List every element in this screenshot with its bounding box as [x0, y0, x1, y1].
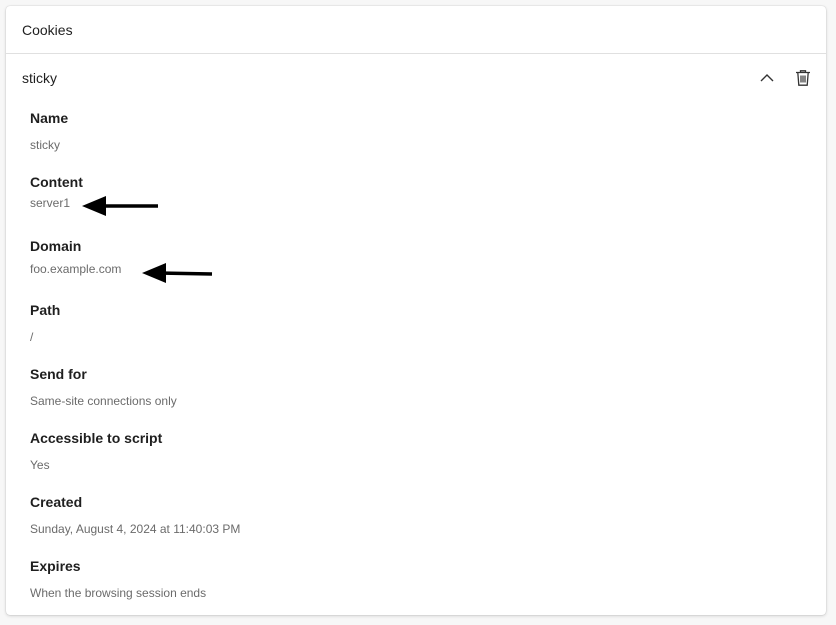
- field-value: Yes: [30, 458, 50, 472]
- cookie-row[interactable]: sticky: [6, 54, 826, 102]
- field-value: /: [30, 330, 34, 344]
- cookies-panel: Cookies sticky Name sticky Content serve…: [6, 6, 826, 615]
- cookie-name: sticky: [22, 70, 57, 86]
- field-label: Domain: [30, 238, 82, 254]
- field-send-for: Send for Same-site connections only: [30, 366, 177, 408]
- panel-title: Cookies: [22, 21, 73, 38]
- field-label: Content: [30, 174, 83, 190]
- field-name: Name sticky: [30, 110, 68, 152]
- field-value: server1: [30, 196, 71, 210]
- cookie-actions: [756, 67, 814, 89]
- annotation-arrow-content: [82, 196, 158, 216]
- field-label: Send for: [30, 366, 87, 382]
- field-value: Sunday, August 4, 2024 at 11:40:03 PM: [30, 522, 241, 536]
- field-label: Accessible to script: [30, 430, 163, 446]
- field-accessible-to-script: Accessible to script Yes: [30, 430, 162, 472]
- field-label: Name: [30, 110, 69, 126]
- chevron-up-icon[interactable]: [756, 67, 778, 89]
- field-value: When the browsing session ends: [30, 586, 207, 600]
- field-path: Path /: [30, 302, 60, 344]
- annotation-arrow-domain: [142, 263, 213, 283]
- field-label: Created: [30, 494, 83, 510]
- field-expires: Expires When the browsing session ends: [30, 558, 206, 600]
- field-value: foo.example.com: [30, 262, 122, 276]
- field-label: Expires: [30, 558, 81, 574]
- field-value: Same-site connections only: [30, 394, 177, 408]
- field-label: Path: [30, 302, 61, 318]
- field-domain: Domain foo.example.com: [30, 238, 121, 276]
- panel-header: Cookies: [6, 6, 826, 54]
- field-value: sticky: [30, 138, 60, 152]
- field-content: Content server1: [30, 174, 83, 210]
- trash-icon[interactable]: [792, 67, 814, 89]
- field-created: Created Sunday, August 4, 2024 at 11:40:…: [30, 494, 240, 536]
